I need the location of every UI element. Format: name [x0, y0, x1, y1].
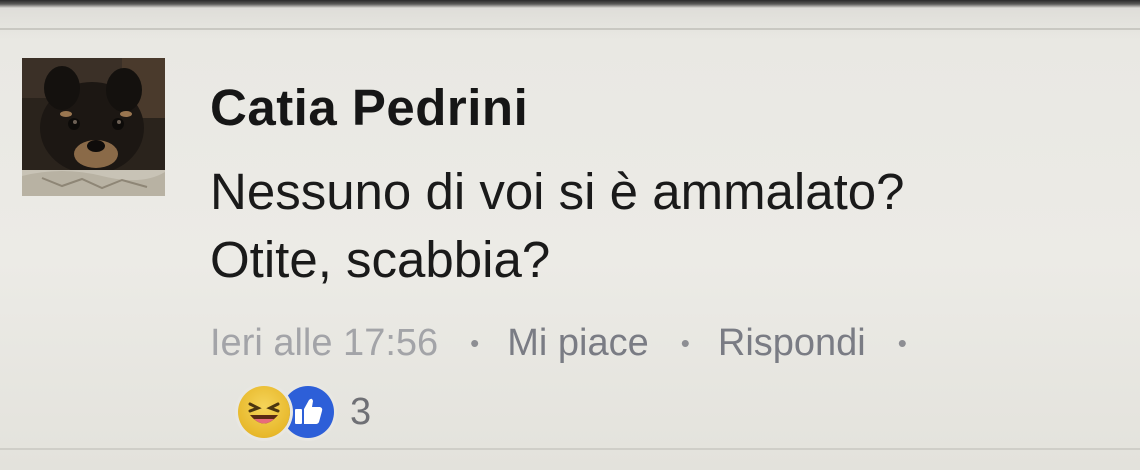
separator-dot: • — [470, 328, 480, 358]
timestamp[interactable]: Ieri alle 17:56 — [210, 322, 438, 365]
author-name[interactable]: Catia Pedrini — [210, 78, 528, 137]
reaction-count: 3 — [350, 390, 372, 433]
avatar[interactable] — [22, 58, 165, 196]
reactions-summary[interactable]: 3 — [238, 386, 371, 438]
separator-dot: • — [680, 328, 690, 358]
avatar-photo — [22, 58, 165, 196]
haha-icon — [238, 386, 290, 438]
like-link[interactable]: Mi piace — [507, 322, 649, 365]
top-edge — [0, 0, 1140, 8]
divider-bottom — [0, 448, 1140, 450]
comment-line-2: Otite, scabbia? — [210, 231, 551, 288]
comment-line-1: Nessuno di voi si è ammalato? — [210, 163, 905, 220]
separator-dot: • — [897, 328, 907, 358]
comment-text: Nessuno di voi si è ammalato? Otite, sca… — [210, 158, 1110, 294]
divider — [0, 28, 1140, 30]
comment-meta: Ieri alle 17:56 • Mi piace • Rispondi • — [210, 322, 935, 365]
reply-link[interactable]: Rispondi — [718, 322, 866, 365]
